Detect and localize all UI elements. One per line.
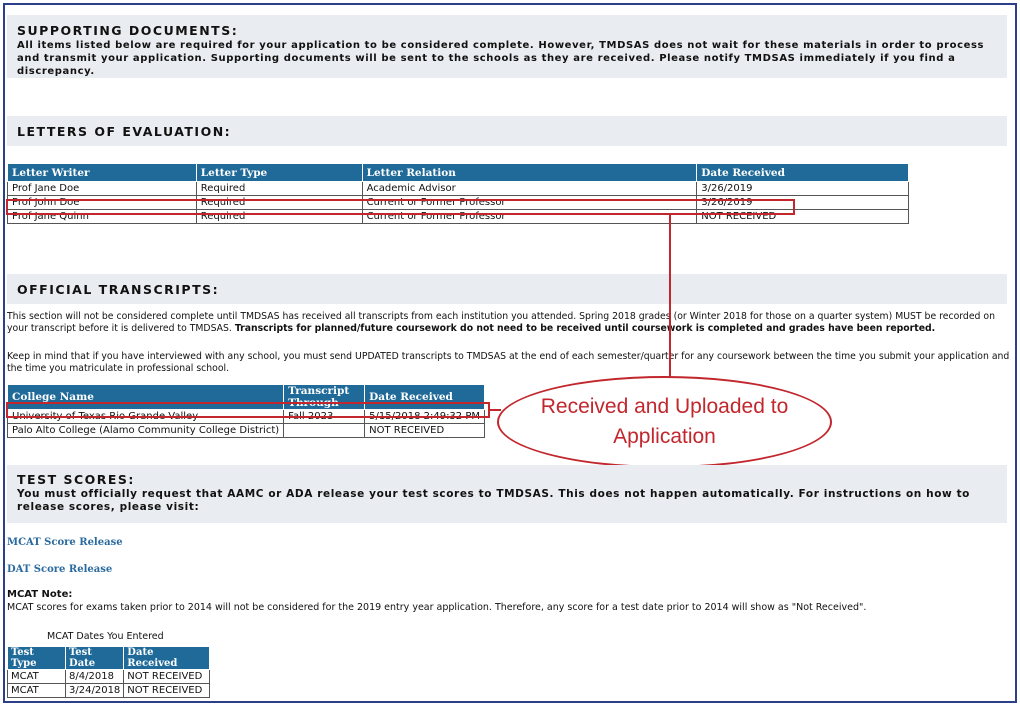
date-received-cell: NOT RECEIVED xyxy=(123,669,210,684)
mcat-table-caption: MCAT Dates You Entered xyxy=(47,631,164,642)
annotation-connector-vertical xyxy=(669,215,671,378)
letter-relation-cell: Academic Advisor xyxy=(361,181,698,196)
date-received-cell: NOT RECEIVED xyxy=(364,423,485,438)
mcat-score-release-link[interactable]: MCAT Score Release xyxy=(7,537,123,548)
column-header-test-type: Test Type xyxy=(6,646,67,670)
column-header-date-received: Date Received xyxy=(696,163,909,182)
column-header-test-date: Test Date xyxy=(65,646,125,670)
mcat-dates-table: Test Type Test Date Date Received MCAT 8… xyxy=(6,646,210,698)
date-received-cell: 3/26/2019 xyxy=(696,181,909,196)
transcripts-section-header: OFFICIAL TRANSCRIPTS: xyxy=(7,274,1007,304)
transcript-through-cell xyxy=(283,423,366,438)
mcat-header-row: Test Type Test Date Date Received xyxy=(6,646,210,670)
letters-section-header: LETTERS OF EVALUATION: xyxy=(7,116,1007,146)
highlight-transcript-row xyxy=(6,402,490,418)
transcripts-paragraph-2: Keep in mind that if you have interviewe… xyxy=(7,351,1010,374)
test-date-cell: 8/4/2018 xyxy=(65,669,125,684)
supporting-documents-title: SUPPORTING DOCUMENTS: xyxy=(17,23,239,38)
mcat-note-title: MCAT Note: xyxy=(7,589,73,600)
column-header-date-received: Date Received xyxy=(123,646,210,670)
test-scores-title: TEST SCORES: xyxy=(17,472,135,487)
dat-score-release-link[interactable]: DAT Score Release xyxy=(7,564,112,575)
transcripts-paragraph-1: This section will not be considered comp… xyxy=(7,311,1012,335)
column-header-letter-writer: Letter Writer xyxy=(7,163,197,182)
callout-line-1: Received and Uploaded to xyxy=(540,395,789,418)
supporting-documents-description: All items listed below are required for … xyxy=(17,40,985,77)
table-row: MCAT 8/4/2018 NOT RECEIVED xyxy=(6,669,210,684)
callout-line-2: Application xyxy=(613,425,716,448)
supporting-documents-section: SUPPORTING DOCUMENTS: All items listed b… xyxy=(7,15,1007,78)
annotation-callout: Received and Uploaded to Application xyxy=(497,376,832,468)
test-date-cell: 3/24/2018 xyxy=(65,683,125,698)
date-received-cell: NOT RECEIVED xyxy=(123,683,210,698)
test-type-cell: MCAT xyxy=(6,683,67,698)
letter-writer-cell: Prof Jane Doe xyxy=(7,181,197,196)
column-header-letter-type: Letter Type xyxy=(195,163,363,182)
transcripts-paragraph-1-bold: Transcripts for planned/future coursewor… xyxy=(234,323,936,334)
college-name-cell: Palo Alto College (Alamo Community Colle… xyxy=(6,423,285,438)
transcripts-title: OFFICIAL TRANSCRIPTS: xyxy=(17,282,220,297)
table-row: MCAT 3/24/2018 NOT RECEIVED xyxy=(6,683,210,698)
letter-type-cell: Required xyxy=(195,181,363,196)
test-type-cell: MCAT xyxy=(6,669,67,684)
mcat-note-text: MCAT scores for exams taken prior to 201… xyxy=(7,602,867,613)
table-row: Prof Jane Doe Required Academic Advisor … xyxy=(7,181,909,196)
letters-title: LETTERS OF EVALUATION: xyxy=(17,124,232,139)
annotation-connector-horizontal xyxy=(489,409,501,411)
test-scores-section: TEST SCORES: You must officially request… xyxy=(7,465,1007,523)
test-scores-description: You must officially request that AAMC or… xyxy=(17,488,970,513)
letters-header-row: Letter Writer Letter Type Letter Relatio… xyxy=(7,163,909,182)
table-row: Palo Alto College (Alamo Community Colle… xyxy=(6,423,485,438)
highlight-letter-row xyxy=(6,199,795,215)
column-header-letter-relation: Letter Relation xyxy=(361,163,698,182)
